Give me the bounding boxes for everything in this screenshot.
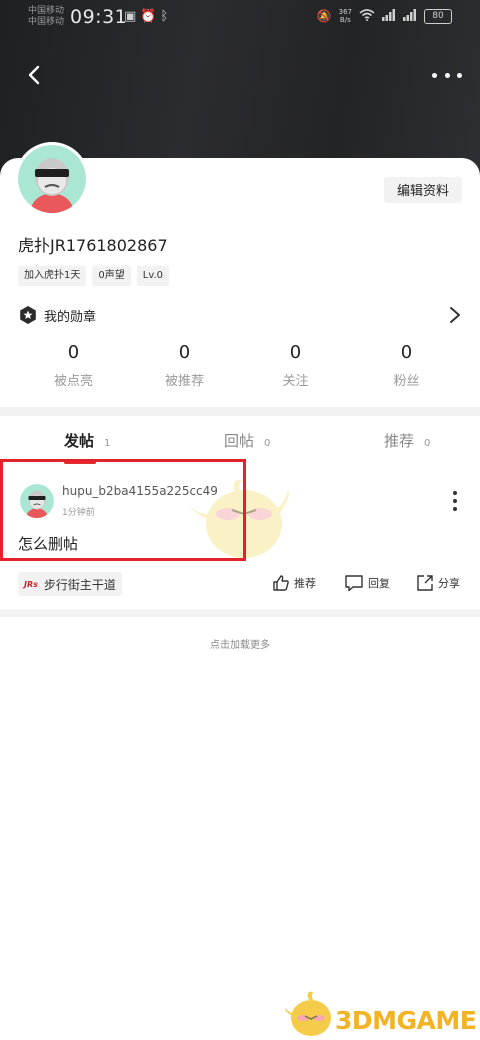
more-dot-icon: [432, 72, 437, 78]
stat-followers[interactable]: 0 粉丝: [351, 342, 462, 389]
more-dot-icon: [453, 491, 457, 495]
bluetooth-icon: ᛒ: [160, 9, 173, 24]
mute-icon: 🔕: [316, 9, 332, 23]
tab-label: 推荐: [384, 432, 415, 450]
avatar[interactable]: [18, 145, 86, 213]
tab-recommends[interactable]: 推荐 0: [384, 430, 430, 451]
tab-count: 0: [264, 438, 271, 449]
net-speed: 367 B/s: [339, 8, 352, 24]
chevron-left-icon: [28, 65, 40, 85]
my-badges-row[interactable]: 我的勋章: [18, 304, 464, 326]
signal-1-icon: [382, 8, 396, 24]
watermark-text: 3DMGAME: [335, 1006, 477, 1035]
share-icon: [417, 575, 433, 591]
more-options-button[interactable]: [432, 62, 462, 88]
gallery-icon: ▣: [124, 9, 141, 24]
share-button[interactable]: 分享: [416, 574, 460, 592]
reply-label: 回复: [368, 577, 390, 590]
alarm-icon: ⏰: [140, 9, 161, 24]
tab-posts[interactable]: 发帖 1: [64, 430, 110, 451]
stat-likes[interactable]: 0 被点亮: [18, 342, 129, 389]
net-speed-unit: B/s: [339, 16, 351, 24]
stat-label: 被推荐: [164, 374, 204, 389]
carrier-2: 中国移动: [28, 17, 65, 27]
profile-stats: 0 被点亮 0 被推荐 0 关注 0 粉丝: [18, 342, 462, 389]
more-dot-icon: [444, 72, 450, 78]
section-divider: [0, 407, 480, 416]
stat-recommended[interactable]: 0 被推荐: [129, 342, 240, 389]
board-logo: JRs: [24, 579, 38, 589]
thumbs-up-icon: [273, 575, 289, 591]
tab-label: 回帖: [224, 432, 255, 450]
battery-icon: 80: [424, 8, 452, 24]
watermark-logo-icon: [285, 991, 331, 1036]
post-more-button[interactable]: [452, 491, 458, 511]
tab-count: 1: [104, 438, 111, 449]
avatar-image: [18, 145, 86, 213]
edit-profile-button[interactable]: 编辑资料: [384, 177, 462, 203]
my-badges-label: 我的勋章: [44, 310, 97, 325]
board-tag[interactable]: JRs 步行街主干道: [18, 572, 122, 596]
highlight-annotation: [0, 459, 246, 561]
profile-tags: 加入虎扑1天 0声望 Lv.0: [18, 266, 170, 286]
stat-value: 0: [67, 342, 80, 363]
section-divider: [0, 609, 480, 617]
carrier-labels: 中国移动 中国移动: [28, 6, 64, 28]
back-button[interactable]: [20, 60, 50, 90]
recommend-label: 推荐: [294, 577, 316, 590]
recommend-button[interactable]: 推荐: [272, 574, 316, 592]
reply-button[interactable]: 回复: [344, 574, 390, 592]
notification-icons: ▣⏰ᛒ: [124, 9, 172, 24]
status-time: 09:31: [70, 6, 128, 28]
system-icons: 🔕 367 B/s 80: [317, 8, 452, 24]
signal-2-icon: [403, 8, 417, 24]
stat-label: 被点亮: [53, 374, 93, 389]
more-dot-icon: [453, 507, 457, 511]
tab-count: 0: [424, 438, 431, 449]
username: 虎扑JR1761802867: [18, 236, 168, 255]
comment-icon: [345, 575, 363, 592]
load-more-link[interactable]: 点击加载更多: [0, 636, 480, 651]
carrier-1: 中国移动: [28, 6, 65, 16]
status-bar: 中国移动 中国移动 09:31 ▣⏰ᛒ 🔕 367 B/s 80: [0, 0, 480, 36]
stat-value: 0: [178, 342, 191, 363]
tab-label: 发帖: [64, 432, 95, 450]
share-label: 分享: [438, 577, 460, 590]
chevron-right-icon: [450, 307, 460, 323]
join-days-tag: 加入虎扑1天: [18, 266, 87, 286]
tab-replies[interactable]: 回帖 0: [224, 430, 270, 451]
level-tag: Lv.0: [136, 266, 170, 286]
wifi-icon: [359, 8, 375, 24]
stat-label: 粉丝: [393, 374, 420, 389]
stat-label: 关注: [282, 374, 309, 389]
stat-value: 0: [400, 342, 413, 363]
badge-icon: [20, 306, 36, 324]
board-name: 步行街主干道: [43, 577, 116, 592]
stat-value: 0: [289, 342, 302, 363]
stat-following[interactable]: 0 关注: [240, 342, 351, 389]
more-dot-icon: [453, 499, 457, 503]
reputation-tag: 0声望: [92, 266, 131, 286]
more-dot-icon: [457, 72, 462, 78]
net-speed-value: 367: [338, 8, 352, 16]
